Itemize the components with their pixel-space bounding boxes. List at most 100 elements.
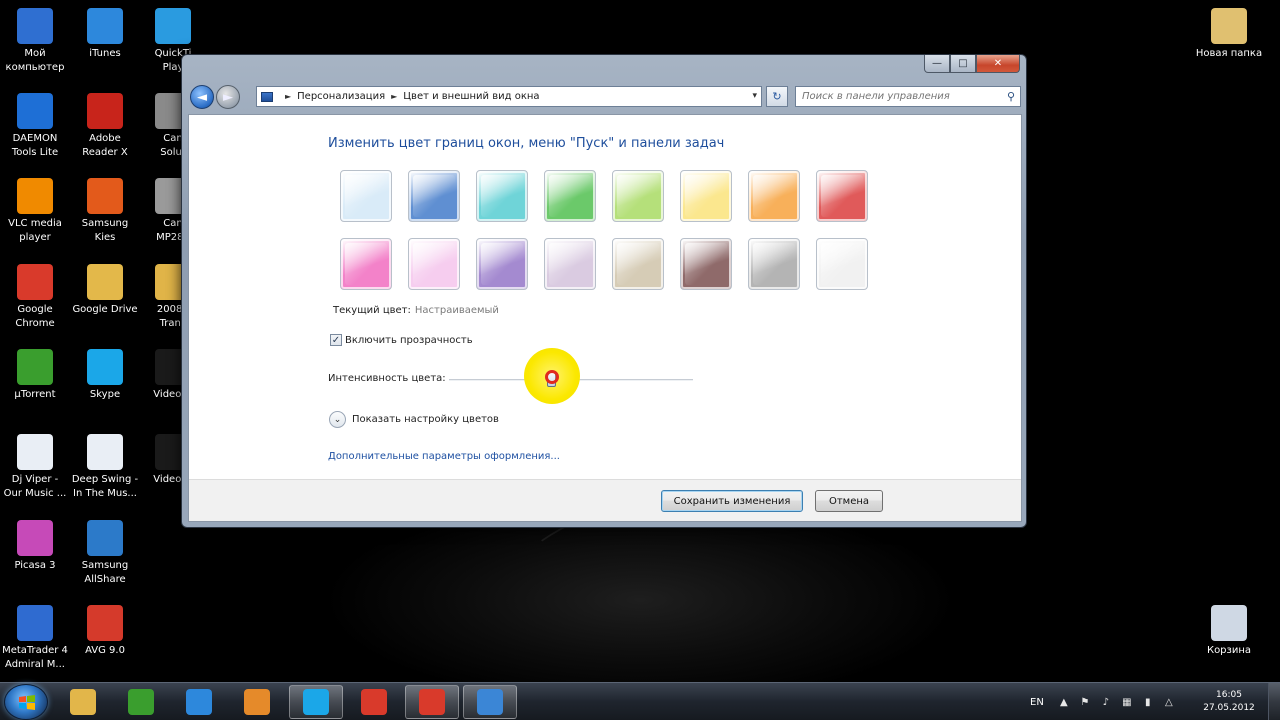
color-swatch-leaf[interactable] — [544, 170, 596, 222]
color-swatch-blush[interactable] — [408, 238, 460, 290]
start-button[interactable] — [4, 684, 48, 720]
search-input[interactable] — [802, 91, 998, 102]
desktop-shortcut[interactable]: µTorrent — [0, 349, 71, 402]
window-controls: — □ ✕ — [924, 55, 1020, 73]
taskbar-app-button[interactable] — [172, 685, 226, 719]
color-swatch-violet[interactable] — [476, 238, 528, 290]
maximize-button[interactable]: □ — [950, 55, 976, 73]
recycle-bin-icon — [1211, 605, 1247, 641]
desktop-shortcut-label: VLC media player — [8, 218, 62, 243]
breadcrumb-separator: ► — [391, 92, 398, 101]
forward-button[interactable]: ► — [216, 85, 240, 109]
color-swatch-twilight[interactable] — [408, 170, 460, 222]
desktop-shortcut-label: Новая папка — [1195, 48, 1263, 59]
color-swatch-ruby[interactable] — [816, 170, 868, 222]
color-swatch-frost[interactable] — [816, 238, 868, 290]
itunes-icon — [186, 689, 212, 715]
desktop-shortcut[interactable]: Google Chrome — [0, 264, 71, 331]
back-button[interactable]: ◄ — [190, 85, 214, 109]
network-icon[interactable]: ▦ — [1121, 696, 1133, 708]
desktop-shortcut-label: Deep Swing - In The Mus... — [71, 474, 139, 499]
address-dropdown-icon[interactable]: ▾ — [752, 91, 757, 101]
color-swatch-lime[interactable] — [612, 170, 664, 222]
search-box[interactable]: ⚲ — [795, 86, 1021, 107]
search-icon[interactable]: ⚲ — [1007, 90, 1015, 103]
main-panel: Изменить цвет границ окон, меню "Пуск" и… — [189, 115, 1021, 481]
samsung-kies-icon — [87, 178, 123, 214]
cancel-button[interactable]: Отмена — [815, 490, 883, 512]
color-swatch-fuchsia[interactable] — [340, 238, 392, 290]
desktop-shortcut-label: Google Chrome — [15, 304, 55, 329]
itunes-icon — [87, 8, 123, 44]
desktop-shortcut[interactable]: Новая папка — [1193, 8, 1265, 61]
color-swatch-taupe[interactable] — [612, 238, 664, 290]
volume-icon[interactable]: ♪ — [1100, 696, 1112, 708]
desktop-shortcut[interactable]: Google Drive — [69, 264, 141, 317]
show-color-mixer-label[interactable]: Показать настройку цветов — [352, 414, 499, 425]
breadcrumb-personalization[interactable]: Персонализация — [297, 91, 385, 102]
color-swatch-sky[interactable] — [340, 170, 392, 222]
desktop-shortcut[interactable]: AVG 9.0 — [69, 605, 141, 658]
desktop-shortcut[interactable]: Skype — [69, 349, 141, 402]
show-color-mixer[interactable]: ⌄ Показать настройку цветов — [329, 411, 499, 428]
taskbar-app-button[interactable] — [114, 685, 168, 719]
computer-icon — [17, 8, 53, 44]
desktop-shortcut-label: Google Drive — [72, 304, 138, 315]
desktop-shortcut[interactable]: Корзина — [1193, 605, 1265, 658]
color-swatch-slate[interactable] — [748, 238, 800, 290]
desktop-shortcut[interactable]: Deep Swing - In The Mus... — [69, 434, 141, 501]
transparency-label[interactable]: Включить прозрачность — [345, 335, 473, 346]
advanced-appearance-link[interactable]: Дополнительные параметры оформления... — [328, 451, 560, 462]
color-swatch-sea[interactable] — [476, 170, 528, 222]
desktop-shortcut[interactable]: Picasa 3 — [0, 520, 71, 573]
clock[interactable]: 16:05 27.05.2012 — [1198, 689, 1260, 715]
chevron-down-icon[interactable]: ⌄ — [329, 411, 346, 428]
desktop-shortcut[interactable]: MetaTrader 4 Admiral M... — [0, 605, 71, 672]
taskbar-app-button[interactable] — [347, 685, 401, 719]
desktop-shortcut[interactable]: Samsung Kies — [69, 178, 141, 245]
system-tray: EN ▲ ⚑ ♪ ▦ ▮ △ — [1030, 683, 1184, 720]
taskbar-app-button[interactable] — [405, 685, 459, 719]
action-center-flag-icon[interactable]: ⚑ — [1079, 696, 1091, 708]
taskbar-app-button[interactable] — [230, 685, 284, 719]
desktop-shortcut-label: Samsung AllShare — [81, 560, 129, 585]
desktop-shortcut-label: AVG 9.0 — [85, 645, 125, 656]
show-desktop-button[interactable] — [1268, 683, 1280, 720]
picasa-icon — [17, 520, 53, 556]
desktop-shortcut-label: Dj Viper - Our Music ... — [3, 474, 67, 499]
chrome-icon — [419, 689, 445, 715]
refresh-button[interactable]: ↻ — [766, 86, 788, 107]
desktop-shortcut[interactable]: Samsung AllShare — [69, 520, 141, 587]
desktop-shortcut[interactable]: VLC media player — [0, 178, 71, 245]
transparency-option[interactable]: ✓ Включить прозрачность — [330, 334, 473, 346]
color-swatch-lavender[interactable] — [544, 238, 596, 290]
control-panel-icon — [261, 91, 273, 102]
color-swatch-chocolate[interactable] — [680, 238, 732, 290]
desktop-shortcut[interactable]: iTunes — [69, 8, 141, 61]
desktop-shortcut[interactable]: Мой компьютер — [0, 8, 71, 75]
show-hidden-icons-icon[interactable]: ▲ — [1058, 696, 1070, 708]
color-swatch-pumpkin[interactable] — [748, 170, 800, 222]
skype-icon — [303, 689, 329, 715]
desktop-shortcut[interactable]: DAEMON Tools Lite — [0, 93, 71, 160]
skype-icon — [87, 349, 123, 385]
adobe-reader-icon — [87, 93, 123, 129]
minimize-button[interactable]: — — [924, 55, 950, 73]
close-button[interactable]: ✕ — [976, 55, 1020, 73]
control-panel-icon — [477, 689, 503, 715]
transparency-checkbox[interactable]: ✓ — [330, 334, 342, 346]
folder-icon — [1211, 8, 1247, 44]
taskbar-app-button[interactable] — [463, 685, 517, 719]
taskbar-app-button[interactable] — [56, 685, 110, 719]
taskbar-app-button[interactable] — [289, 685, 343, 719]
language-indicator[interactable]: EN — [1030, 697, 1044, 708]
desktop-shortcut[interactable]: Dj Viper - Our Music ... — [0, 434, 71, 501]
control-panel-window: — □ ✕ ◄ ► ► Персонализация ► Цвет и внеш… — [181, 54, 1027, 528]
google-drive-tray-icon[interactable]: △ — [1163, 696, 1175, 708]
desktop-shortcut[interactable]: Adobe Reader X — [69, 93, 141, 160]
address-bar[interactable]: ► Персонализация ► Цвет и внешний вид ок… — [256, 86, 762, 107]
save-button[interactable]: Сохранить изменения — [661, 490, 803, 512]
breadcrumb-window-color[interactable]: Цвет и внешний вид окна — [403, 91, 539, 102]
battery-icon[interactable]: ▮ — [1142, 696, 1154, 708]
color-swatch-pumpkin-light[interactable] — [680, 170, 732, 222]
